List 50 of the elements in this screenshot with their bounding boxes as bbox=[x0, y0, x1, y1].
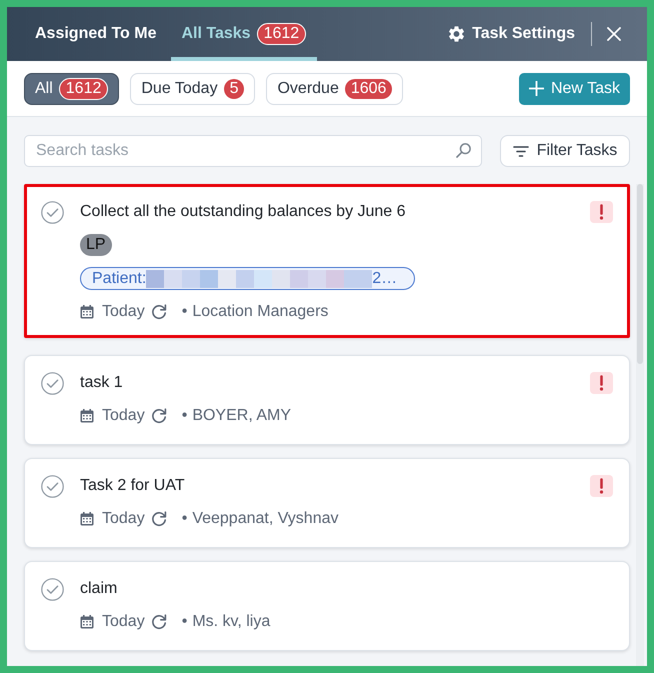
close-button[interactable] bbox=[607, 27, 621, 41]
search-field[interactable]: Search tasks bbox=[24, 135, 482, 167]
count-badge: 1606 bbox=[344, 78, 392, 98]
separator-dot: • bbox=[182, 302, 188, 322]
search-icon bbox=[456, 143, 471, 158]
complete-check-icon[interactable] bbox=[41, 475, 64, 498]
patient-name-tail: 2… bbox=[372, 268, 398, 288]
separator-dot: • bbox=[182, 612, 188, 632]
assignee-name: Veeppanat, Vyshnav bbox=[192, 509, 338, 529]
filter-icon bbox=[512, 146, 529, 156]
calendar-icon bbox=[80, 615, 94, 629]
calendar-icon bbox=[80, 409, 94, 423]
separator-dot: • bbox=[182, 509, 188, 529]
due-date: Today bbox=[102, 509, 145, 529]
calendar-icon bbox=[80, 512, 94, 526]
calendar-icon bbox=[80, 305, 94, 319]
assignee-name: BOYER, AMY bbox=[192, 406, 292, 426]
separator-dot: • bbox=[182, 406, 188, 426]
filter-tasks-button[interactable]: Filter Tasks bbox=[500, 135, 630, 167]
task-title: task 1 bbox=[80, 373, 123, 393]
filter-pill[interactable]: Overdue 1606 bbox=[266, 72, 404, 104]
assignee-name: Location Managers bbox=[192, 302, 328, 322]
plus-icon bbox=[528, 81, 544, 96]
patient-label: Patient: bbox=[92, 268, 146, 288]
task-title: Task 2 for UAT bbox=[80, 476, 185, 496]
initials-badge: LP bbox=[80, 234, 112, 256]
assignee-name: Ms. kv, liya bbox=[192, 612, 270, 632]
task-title: claim bbox=[80, 579, 118, 599]
count-badge: 5 bbox=[224, 78, 244, 98]
task-card[interactable]: Task 2 for UAT Today • Veeppanat, Vyshnav bbox=[24, 458, 630, 548]
filter-pill[interactable]: All 1612 bbox=[24, 72, 120, 104]
due-date: Today bbox=[102, 302, 145, 322]
complete-check-icon[interactable] bbox=[41, 201, 64, 224]
complete-check-icon[interactable] bbox=[41, 372, 64, 395]
scrollbar-thumb[interactable] bbox=[637, 184, 643, 364]
new-task-button[interactable]: New Task bbox=[518, 72, 630, 104]
due-date: Today bbox=[102, 612, 145, 632]
due-date: Today bbox=[102, 406, 145, 426]
task-settings-button[interactable]: Task Settings bbox=[449, 22, 575, 46]
count-badge: 1612 bbox=[58, 78, 108, 100]
task-card[interactable]: Collect all the outstanding balances by June 6 LP Patient: 2… Today • Location Managers bbox=[24, 184, 630, 338]
gear-icon bbox=[449, 26, 464, 42]
task-title: Collect all the outstanding balances by June 6 bbox=[80, 202, 406, 222]
tab[interactable]: Assigned To Me bbox=[24, 7, 168, 61]
patient-chip[interactable]: Patient: 2… bbox=[80, 267, 416, 290]
complete-check-icon[interactable] bbox=[41, 578, 64, 601]
task-card[interactable]: task 1 Today • BOYER, AMY bbox=[24, 355, 630, 445]
filter-pill[interactable]: Due Today 5 bbox=[130, 72, 256, 104]
count-badge: 1612 bbox=[256, 23, 306, 45]
task-card[interactable]: claim Today • Ms. kv, liya bbox=[24, 561, 630, 651]
